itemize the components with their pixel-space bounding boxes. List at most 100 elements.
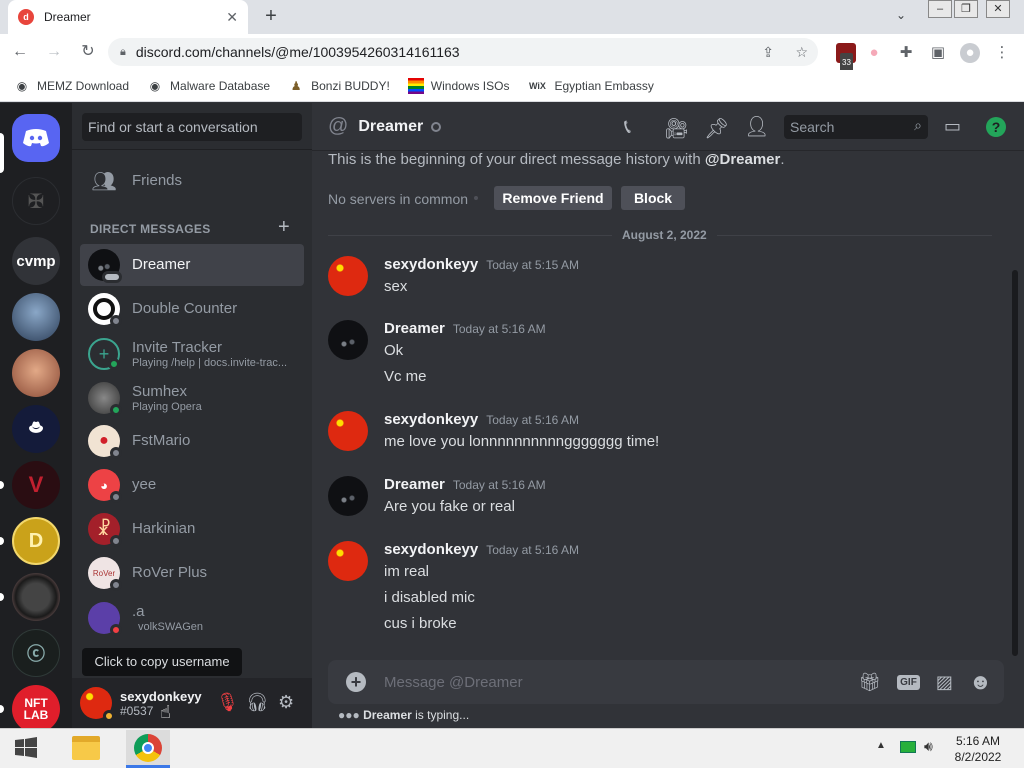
bookmark-egyptian-embassy[interactable]: WiX Egyptian Embassy: [527, 78, 654, 94]
server-avatar-face[interactable]: [12, 349, 60, 397]
minimize-window-button[interactable]: –: [928, 0, 952, 18]
settings-gear-icon[interactable]: ⚙: [278, 692, 294, 713]
avatar[interactable]: [328, 320, 368, 360]
rainbow-flag-icon: [407, 77, 424, 94]
maximize-window-button[interactable]: ❐: [954, 0, 978, 18]
dm-item-invite-tracker[interactable]: + Invite Tracker Playing /help | docs.in…: [80, 332, 304, 376]
server-avatar-blue[interactable]: [12, 293, 60, 341]
muted-mic-icon[interactable]: 🎙︎: [216, 692, 239, 713]
dm-item-dreamer[interactable]: Dreamer: [80, 244, 304, 286]
message-timestamp: Today at 5:15 AM: [486, 258, 579, 272]
add-friend-icon[interactable]: 👤︎: [744, 114, 769, 139]
message-text: Ok: [384, 342, 404, 359]
avatar[interactable]: [328, 541, 368, 581]
gift-icon[interactable]: 🎁︎: [858, 672, 881, 693]
server-avatar-gold[interactable]: D: [12, 517, 60, 565]
message-timestamp: Today at 5:16 AM: [486, 413, 579, 427]
message-author[interactable]: sexydonkeyy Today at 5:16 AM: [384, 541, 579, 558]
server-nft-lab[interactable]: NFT LAB: [12, 685, 60, 733]
bookmark-malware-database[interactable]: ◉ Malware Database: [147, 78, 270, 94]
battery-icon[interactable]: [900, 741, 916, 753]
remove-friend-button[interactable]: Remove Friend: [494, 186, 612, 210]
message-author[interactable]: sexydonkeyy Today at 5:15 AM: [384, 256, 579, 273]
side-panel-icon[interactable]: ▣: [928, 43, 948, 63]
globe-icon: ◉: [16, 78, 28, 93]
dm-item-double-counter[interactable]: Double Counter: [80, 288, 304, 330]
avatar[interactable]: [328, 256, 368, 296]
chat-scrollbar[interactable]: [1012, 270, 1018, 656]
message-author[interactable]: Dreamer Today at 5:16 AM: [384, 320, 546, 337]
bookmark-bonzi-buddy[interactable]: ♟ Bonzi BUDDY!: [288, 78, 390, 94]
share-icon[interactable]: ⇪: [762, 44, 774, 61]
close-window-button[interactable]: ✕: [986, 0, 1010, 18]
taskbar-clock[interactable]: 5:16 AM 8/2/2022: [950, 733, 1006, 765]
offline-status-icon: [110, 579, 122, 591]
back-arrow-icon[interactable]: ←: [6, 38, 34, 66]
attach-plus-icon[interactable]: +: [346, 672, 366, 692]
divider: [72, 149, 312, 150]
server-avatar-art[interactable]: [12, 573, 60, 621]
kebab-menu-icon[interactable]: ⋮: [992, 43, 1012, 63]
browser-tab[interactable]: d Dreamer ✕: [8, 0, 248, 34]
avatar[interactable]: [328, 411, 368, 451]
friends-nav-item[interactable]: 👥︎ Friends: [80, 160, 304, 202]
chrome-taskbar-button[interactable]: [126, 730, 170, 768]
create-dm-plus-icon[interactable]: +: [278, 216, 290, 239]
dm-item-harkinian[interactable]: ☧ Harkinian: [80, 508, 304, 550]
server-avatar-c[interactable]: ⓒ: [12, 629, 60, 677]
address-bar[interactable]: 🔒︎ discord.com/channels/@me/100395426031…: [108, 38, 818, 66]
dm-item-fstmario[interactable]: ● FstMario: [80, 420, 304, 462]
top-hat-icon: 🎩︎: [29, 414, 43, 440]
discord-home-button[interactable]: [12, 114, 60, 162]
dm-item-rover-plus[interactable]: RoVer RoVer Plus: [80, 552, 304, 594]
bookmark-windows-isos[interactable]: Windows ISOs: [407, 77, 509, 94]
dm-item-yee[interactable]: ◕ yee: [80, 464, 304, 506]
message-author[interactable]: sexydonkeyy Today at 5:16 AM: [384, 411, 579, 428]
windows-start-icon[interactable]: [14, 737, 38, 759]
avatar: [88, 382, 122, 416]
server-cvmp[interactable]: cvmp: [12, 237, 60, 285]
bookmark-star-icon[interactable]: ☆: [795, 44, 808, 61]
reload-icon[interactable]: ↻: [74, 38, 102, 66]
pinned-messages-icon[interactable]: 📌︎: [704, 116, 729, 141]
file-explorer-icon[interactable]: [72, 736, 100, 760]
message-timestamp: Today at 5:16 AM: [452, 478, 546, 492]
tray-chevron-icon[interactable]: ▲: [876, 740, 886, 751]
block-button[interactable]: Block: [621, 186, 685, 210]
trans-flag-extension-icon[interactable]: ●: [864, 43, 884, 63]
close-tab-icon[interactable]: ✕: [226, 9, 238, 26]
help-icon[interactable]: ?: [986, 117, 1006, 137]
message-author[interactable]: Dreamer Today at 5:16 AM: [384, 476, 546, 493]
dm-item-a[interactable]: .a volkSWAGen: [80, 596, 304, 640]
gif-icon[interactable]: GIF: [897, 674, 920, 690]
user-avatar[interactable]: [80, 687, 115, 722]
copy-username-tooltip: Click to copy username: [82, 648, 242, 676]
forward-arrow-icon[interactable]: →: [40, 38, 68, 66]
inbox-icon[interactable]: ▭: [944, 116, 961, 137]
message-text: Are you fake or real: [384, 498, 515, 515]
lock-icon: 🔒︎: [120, 45, 126, 58]
extension-icon[interactable]: 33: [836, 43, 856, 73]
video-call-icon[interactable]: 🎥︎: [664, 116, 689, 141]
message-input[interactable]: Message @Dreamer: [384, 674, 858, 691]
volume-icon[interactable]: 🔊︎: [924, 738, 933, 755]
headphones-icon[interactable]: 🎧︎: [246, 692, 269, 713]
sticker-icon[interactable]: ▨: [936, 672, 953, 693]
header-search-input[interactable]: Search ⌕: [784, 115, 928, 139]
avatar[interactable]: [328, 476, 368, 516]
bookmark-memz[interactable]: ◉ MEMZ Download: [14, 78, 129, 94]
clock-time: 5:16 AM: [955, 734, 1001, 748]
message-group: sexydonkeyy Today at 5:16 AM im real i di…: [328, 541, 988, 641]
tab-search-chevron-icon[interactable]: ⌄: [896, 8, 906, 22]
avatar: ●: [88, 425, 122, 459]
dm-item-sumhex[interactable]: Sumhex Playing Opera: [80, 376, 304, 420]
server-dark-emblem[interactable]: ✠: [12, 177, 60, 225]
puzzle-extensions-icon[interactable]: ✚: [896, 43, 916, 63]
new-tab-button[interactable]: +: [260, 4, 282, 28]
server-avatar-red-v[interactable]: V: [12, 461, 60, 509]
dm-search-input[interactable]: Find or start a conversation: [82, 113, 302, 141]
server-avatar-monopoly[interactable]: 🎩︎: [12, 405, 60, 453]
emoji-icon[interactable]: ☻: [969, 669, 992, 695]
profile-avatar-icon[interactable]: ●: [960, 43, 980, 63]
voice-call-icon[interactable]: 📞︎: [624, 116, 631, 139]
